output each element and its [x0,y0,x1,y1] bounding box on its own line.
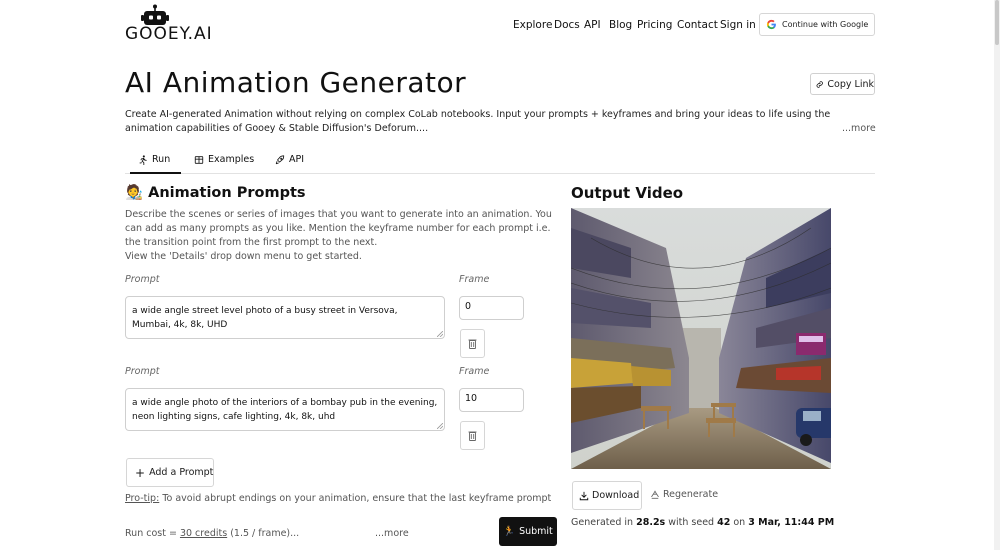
download-icon [579,491,589,500]
animation-prompts-description: Describe the scenes or series of images … [125,208,555,264]
download-button[interactable]: Download [572,481,642,510]
generation-info: Generated in 28.2s with seed 42 on 3 Mar… [571,517,834,528]
seed-value: 42 [717,517,731,528]
delete-prompt-button-1[interactable] [460,329,485,358]
active-tab-indicator [130,172,181,174]
copy-link-label: Copy Link [827,78,874,90]
trash-icon [468,339,477,349]
prompts-description-text: Describe the scenes or series of images … [125,209,552,248]
run-cost: Run cost = 30 credits (1.5 / frame)... [125,528,299,539]
runner-emoji-icon: 🏃 [503,526,516,537]
cost-more-link[interactable]: ...more [375,528,409,539]
frame-input-1[interactable]: 0 [459,296,524,320]
pro-tip-text: To avoid abrupt endings on your animatio… [162,493,555,504]
tab-api[interactable]: API [275,154,304,165]
prompt-label: Prompt [125,274,160,285]
nav-blog[interactable]: Blog [609,19,632,31]
prompt-text-1: a wide angle street level photo of a bus… [132,306,398,330]
generated-prefix: Generated in [571,517,637,528]
frame-label: Frame [459,274,490,285]
run-cost-prefix: Run cost = [125,528,180,539]
submit-label: Submit [519,526,553,537]
resize-handle-icon[interactable] [437,423,443,429]
animation-prompts-heading: 🧑‍🎨 Animation Prompts [125,184,306,201]
google-icon [766,19,776,30]
rocket-icon [275,154,285,164]
prompt-textarea-1[interactable]: a wide angle street level photo of a bus… [125,296,445,339]
run-cost-suffix: (1.5 / frame)... [227,528,300,539]
seed-prefix: with seed [665,517,718,528]
page-scrollbar[interactable] [994,0,1000,550]
plus-icon: + [135,465,146,480]
recycle-icon [651,489,659,499]
link-icon [816,80,823,88]
trash-icon [468,431,477,441]
download-label: Download [592,490,640,501]
output-video-title: Output Video [571,184,684,202]
tab-bar: Run Examples API [125,150,875,174]
output-video[interactable] [571,208,831,469]
artist-emoji-icon: 🧑‍🎨 [125,185,144,201]
nav-contact[interactable]: Contact [677,19,718,31]
date-prefix: on [730,517,749,528]
add-prompt-label: Add a Prompt [149,467,214,478]
nav-explore[interactable]: Explore [513,19,552,31]
submit-button[interactable]: 🏃 Submit [499,517,557,546]
robot-logo-icon [141,4,169,25]
page-title: AI Animation Generator [125,66,467,99]
resize-handle-icon[interactable] [437,331,443,337]
run-icon [139,154,147,165]
logo-text: GOOEY.AI [125,24,213,44]
generation-date: 3 Mar, 11:44 PM [748,517,835,528]
credits-link[interactable]: 30 credits [180,528,227,539]
street-scene-image [571,208,831,469]
examples-icon [194,155,204,164]
add-prompt-button[interactable]: + Add a Prompt [126,458,214,487]
tab-run[interactable]: Run [138,154,170,165]
nav-pricing[interactable]: Pricing [637,19,672,31]
continue-with-google-button[interactable]: Continue with Google [759,13,875,36]
prompt-label: Prompt [125,366,160,377]
scrollbar-thumb[interactable] [995,0,999,45]
pro-tip-prefix: Pro-tip: [125,493,160,504]
tab-examples[interactable]: Examples [194,154,254,165]
prompt-textarea-2[interactable]: a wide angle photo of the interiors of a… [125,388,445,431]
regenerate-button[interactable]: Regenerate [650,489,718,500]
page-description: Create AI-generated Animation without re… [125,109,831,134]
animation-prompts-title: Animation Prompts [148,185,306,201]
frame-label: Frame [459,366,490,377]
delete-prompt-button-2[interactable] [460,421,485,450]
frame-input-2[interactable]: 10 [459,388,524,412]
pro-tip: Pro-tip: To avoid abrupt endings on your… [125,493,555,504]
google-button-label: Continue with Google [782,20,869,29]
nav-sign-in[interactable]: Sign in [720,19,756,31]
tab-examples-label: Examples [208,154,255,165]
description-more-link[interactable]: ...more [842,123,876,134]
regenerate-label: Regenerate [663,489,719,500]
gooey-logo[interactable]: GOOEY.AI [125,4,215,44]
prompts-details-hint: View the 'Details' drop down menu to get… [125,251,362,262]
nav-docs[interactable]: Docs [554,19,580,31]
generation-time: 28.2s [636,517,666,528]
tab-api-label: API [289,154,305,165]
nav-api[interactable]: API [584,19,601,31]
copy-link-button[interactable]: Copy Link [810,73,875,95]
prompt-text-2: a wide angle photo of the interiors of a… [132,398,438,422]
tab-run-label: Run [152,154,171,165]
